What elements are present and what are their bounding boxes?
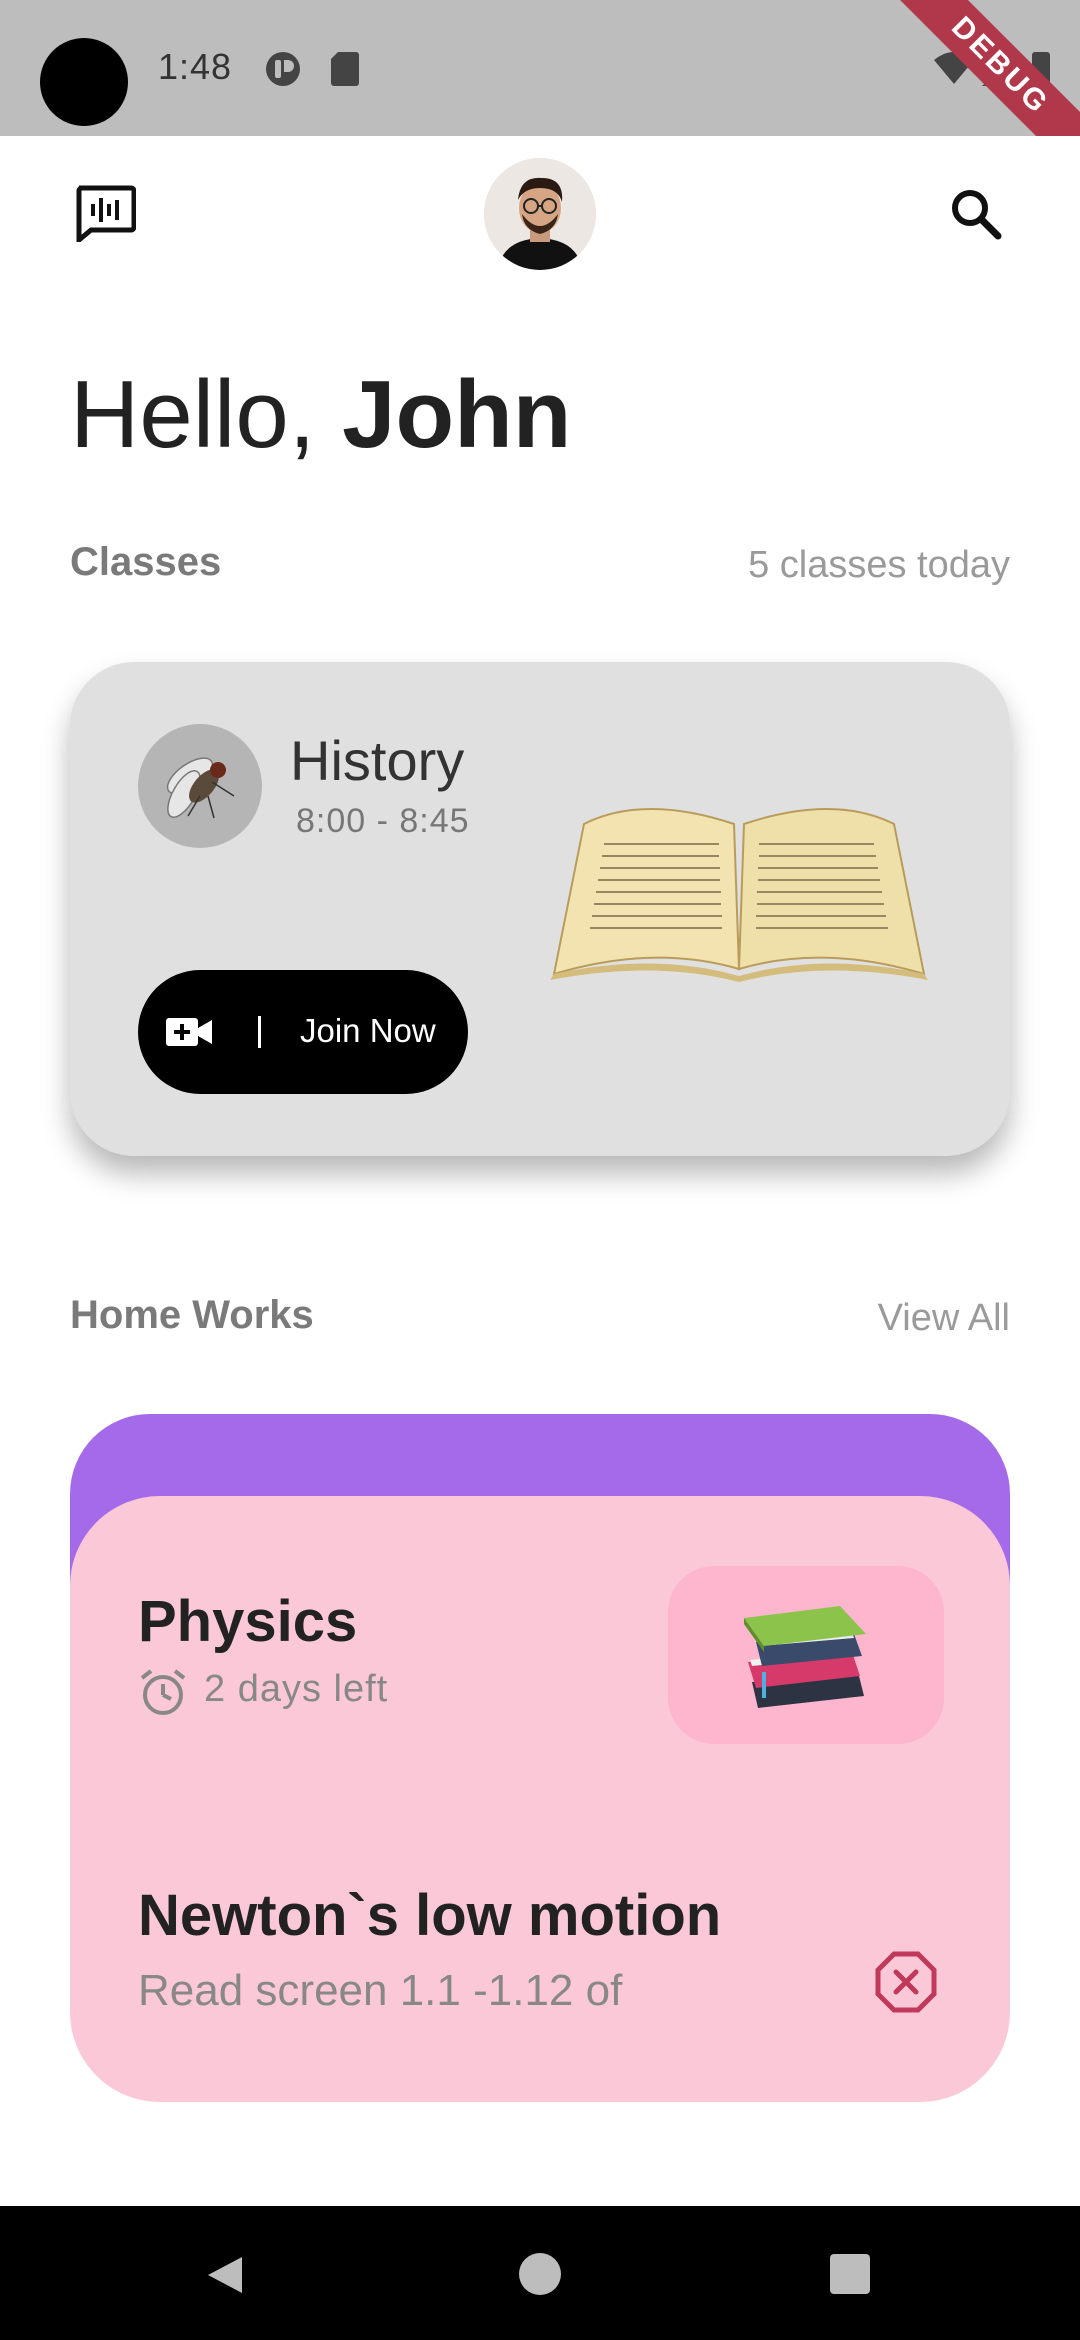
system-nav-bar xyxy=(0,2206,1080,2340)
classes-section-title: Classes xyxy=(70,540,222,584)
class-subject: History xyxy=(290,729,465,792)
home-icon[interactable] xyxy=(519,2253,561,2295)
homework-subject: Physics xyxy=(138,1589,358,1654)
open-book-image xyxy=(550,808,928,982)
search-icon[interactable] xyxy=(948,186,1004,242)
greeting-hello: Hello, xyxy=(70,361,343,468)
books-icon xyxy=(744,1606,866,1708)
sd-card-icon xyxy=(331,52,359,86)
class-card[interactable]: History 8:00 - 8:45 Join Now xyxy=(70,662,1010,1156)
classes-count: 5 classes today xyxy=(748,544,1010,586)
video-add-icon xyxy=(166,1018,212,1046)
fly-icon xyxy=(138,724,262,848)
join-now-button[interactable]: Join Now xyxy=(138,970,468,1094)
homeworks-section-title: Home Works xyxy=(70,1293,314,1337)
app-bar xyxy=(0,136,1080,286)
view-all-link[interactable]: View All xyxy=(878,1297,1010,1340)
recents-icon[interactable] xyxy=(830,2254,870,2294)
greeting-heading: Hello, John xyxy=(70,360,571,470)
camera-cutout xyxy=(40,38,128,126)
voice-chat-icon[interactable] xyxy=(74,184,136,242)
homework-task-title: Newton`s low motion xyxy=(138,1883,722,1948)
homework-thumbnail xyxy=(668,1566,944,1744)
status-bar: 1:48 DEBUG xyxy=(0,0,1080,136)
join-now-label: Join Now xyxy=(300,1012,436,1049)
homework-task-description: Read screen 1.1 -1.12 of xyxy=(138,1966,623,2015)
homework-card[interactable]: Physics 2 days left Newton`s low motion … xyxy=(70,1496,1010,2102)
close-icon[interactable] xyxy=(874,1950,938,2014)
homework-deadline: 2 days left xyxy=(204,1668,389,1710)
back-icon[interactable] xyxy=(204,2254,246,2296)
greeting-name: John xyxy=(342,361,572,468)
button-divider xyxy=(258,1016,261,1048)
notification-icon xyxy=(266,52,300,86)
status-time: 1:48 xyxy=(158,46,233,87)
class-time: 8:00 - 8:45 xyxy=(296,802,470,840)
alarm-icon xyxy=(140,1669,186,1715)
user-avatar[interactable] xyxy=(484,158,596,270)
